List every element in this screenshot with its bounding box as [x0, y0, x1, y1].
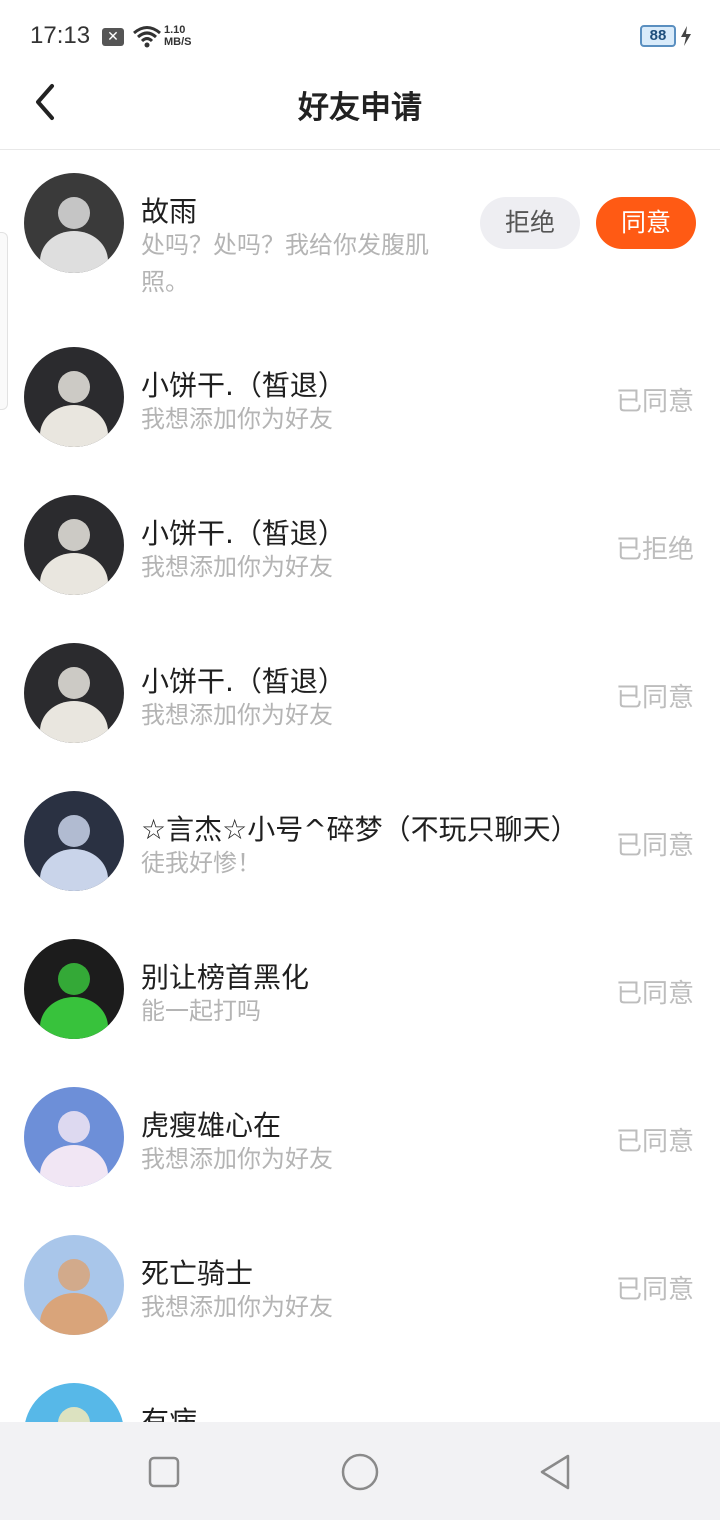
- status-time: 17:13: [30, 22, 91, 49]
- request-status-label: 已同意: [615, 1275, 694, 1305]
- request-message: 我想添加你为好友: [141, 1145, 333, 1173]
- requester-name: 小饼干.（皙退）: [141, 517, 346, 550]
- request-message: 我想添加你为好友: [141, 405, 333, 433]
- friend-request-row[interactable]: 小饼干.（皙退） 我想添加你为好友 已同意: [0, 620, 720, 768]
- request-message: 我想添加你为好友: [141, 1293, 333, 1321]
- requester-name: ☆言杰☆小号^碎梦（不玩只聊天）: [141, 813, 579, 846]
- friend-request-row[interactable]: 故雨 处吗？处吗？我给你发腹肌照。 拒绝 同意: [0, 150, 720, 298]
- avatar[interactable]: [24, 173, 124, 273]
- friend-request-row[interactable]: 小饼干.（皙退） 我想添加你为好友 已拒绝: [0, 472, 720, 620]
- friend-request-row[interactable]: ☆言杰☆小号^碎梦（不玩只聊天） 徒我好惨！ 已同意: [0, 768, 720, 916]
- requester-name: 小饼干.（皙退）: [141, 665, 346, 698]
- request-status-label: 已拒绝: [615, 535, 694, 565]
- requester-name: 虎瘦雄心在: [141, 1109, 282, 1142]
- friend-request-row[interactable]: 小饼干.（皙退） 我想添加你为好友 已同意: [0, 324, 720, 472]
- net-speed: 1.10 MB/S: [164, 24, 192, 48]
- friend-request-row[interactable]: 有病已同意: [0, 1360, 720, 1422]
- x-icon: ✕: [102, 28, 124, 46]
- request-status-label: 已同意: [615, 1127, 694, 1157]
- accept-button[interactable]: 同意: [596, 197, 696, 249]
- status-bar: 17:13 ✕ 1.10 MB/S 88: [0, 0, 720, 72]
- avatar[interactable]: [24, 1087, 124, 1187]
- requester-name: 故雨: [141, 195, 198, 228]
- reject-button[interactable]: 拒绝: [480, 197, 580, 249]
- avatar[interactable]: [24, 495, 124, 595]
- charging-icon: [681, 26, 691, 46]
- requester-name: 死亡骑士: [141, 1257, 254, 1290]
- request-message: 处吗？处吗？我给你发腹肌照。: [141, 231, 429, 296]
- friend-request-list: 故雨 处吗？处吗？我给你发腹肌照。 拒绝 同意 小饼干.（皙退） 我想添加你为好友 已同意小…: [0, 150, 720, 1422]
- avatar[interactable]: [24, 939, 124, 1039]
- friend-request-row[interactable]: 死亡骑士我想添加你为好友 已同意: [0, 1212, 720, 1360]
- net-speed-unit: MB/S: [164, 36, 192, 48]
- request-message: 能一起打吗: [141, 997, 261, 1025]
- square-icon[interactable]: [144, 1452, 184, 1492]
- avatar[interactable]: [24, 643, 124, 743]
- request-status-label: 已同意: [615, 831, 694, 861]
- requester-name: 别让榜首黑化: [141, 961, 310, 994]
- header-bar: 好友申请: [0, 72, 720, 150]
- avatar[interactable]: [24, 1383, 124, 1422]
- wifi-icon: [133, 26, 161, 48]
- request-message: 我想添加你为好友: [141, 553, 333, 581]
- requester-name: 有病: [141, 1405, 198, 1422]
- avatar[interactable]: [24, 1235, 124, 1335]
- request-message: 徒我好惨！: [141, 849, 261, 877]
- request-status-label: 已同意: [615, 683, 694, 713]
- friend-request-row[interactable]: 虎瘦雄心在我想添加你为好友 已同意: [0, 1064, 720, 1212]
- triangle-back-icon[interactable]: [536, 1452, 576, 1492]
- request-message: 我想添加你为好友: [141, 701, 333, 729]
- system-nav-bar: [0, 1422, 720, 1520]
- net-speed-value: 1.10: [164, 24, 186, 36]
- page-title: 好友申请: [298, 90, 422, 126]
- battery-icon: 88: [640, 25, 676, 47]
- avatar[interactable]: [24, 347, 124, 447]
- requester-name: 小饼干.（皙退）: [141, 369, 346, 402]
- request-status-label: 已同意: [615, 387, 694, 417]
- avatar[interactable]: [24, 791, 124, 891]
- friend-request-row[interactable]: 别让榜首黑化能一起打吗 已同意: [0, 916, 720, 1064]
- circle-icon[interactable]: [340, 1452, 380, 1492]
- request-status-label: 已同意: [615, 979, 694, 1009]
